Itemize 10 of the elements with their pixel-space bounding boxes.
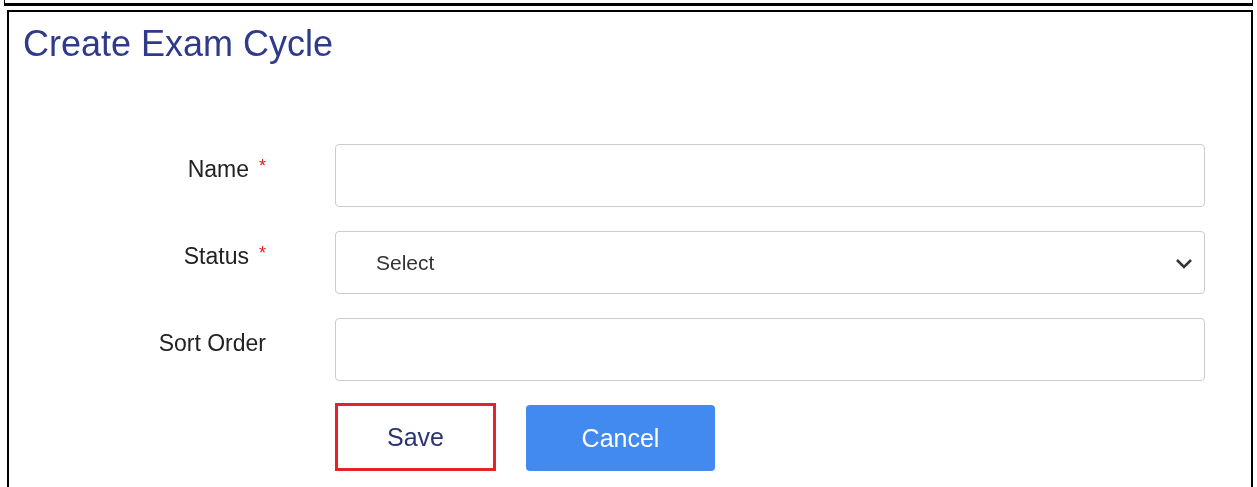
input-field[interactable]	[335, 144, 1205, 207]
field-label: Name	[187, 156, 249, 183]
save-button[interactable]: Save	[335, 403, 496, 471]
field-label: Status	[183, 243, 249, 270]
status-dropdown[interactable]: Select	[335, 231, 1205, 294]
input-field[interactable]	[335, 318, 1205, 381]
page-title: Create Exam Cycle	[22, 22, 334, 66]
required-mark: *	[259, 156, 266, 178]
field-label: Sort Order	[158, 330, 266, 357]
required-mark: *	[259, 243, 266, 265]
